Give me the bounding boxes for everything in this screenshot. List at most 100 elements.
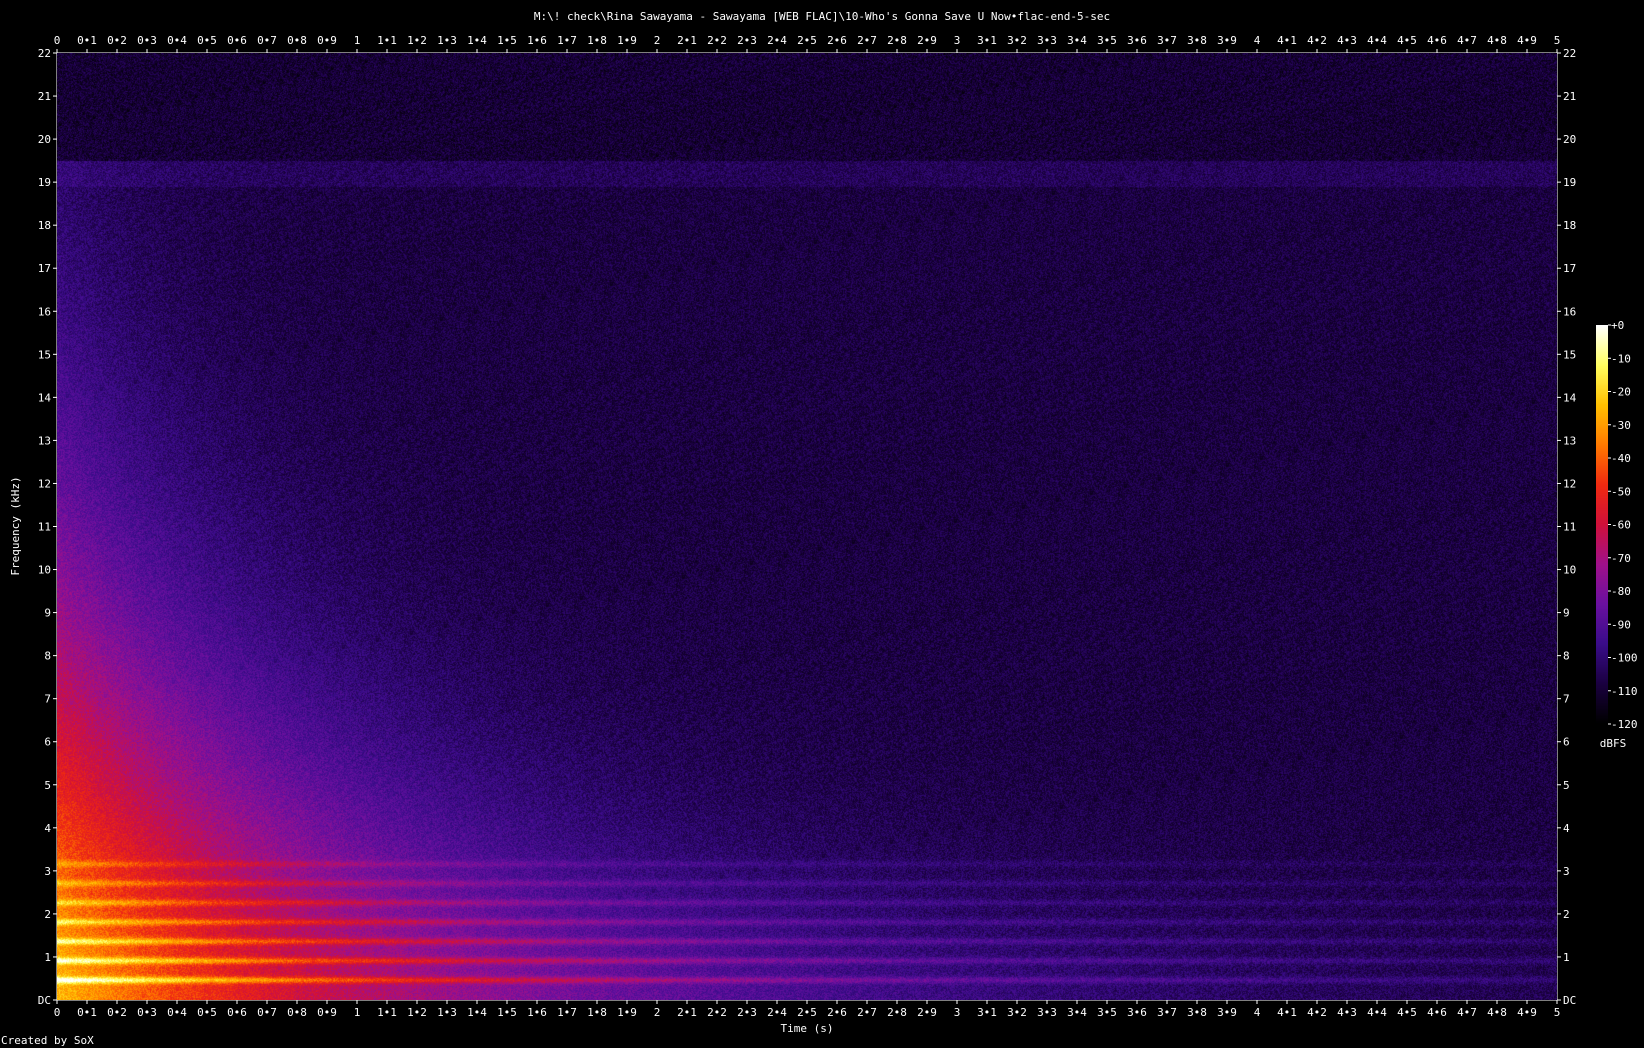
colorbar-tick-label: -30 [1611, 419, 1631, 432]
y-tick-label: 18 [38, 219, 51, 232]
y-tick-label: 6 [44, 736, 51, 749]
y-tick-label: 14 [38, 391, 52, 404]
x-tick-label: 3 [954, 34, 961, 47]
x-tick-label: 2•8 [887, 1006, 907, 1019]
x-tick-label: 4•5 [1397, 34, 1417, 47]
colorbar-tick-label: -20 [1611, 386, 1631, 399]
x-tick-label: 2•6 [827, 1006, 847, 1019]
x-tick-label: 1•8 [587, 34, 607, 47]
x-tick-label: 3•9 [1217, 34, 1237, 47]
y-tick-label: 22 [1563, 47, 1576, 60]
y-tick-label: 10 [38, 564, 51, 577]
y-tick-label: 18 [1563, 219, 1576, 232]
x-tick-label: 2•4 [767, 1006, 787, 1019]
x-tick-label: 3 [954, 1006, 961, 1019]
x-axis-label: Time (s) [781, 1022, 834, 1035]
y-tick-label: 21 [38, 90, 51, 103]
x-tick-label: 3•7 [1157, 1006, 1177, 1019]
x-tick-label: 3•4 [1067, 1006, 1087, 1019]
colorbar-tick-label: -10 [1611, 352, 1631, 365]
x-tick-label: 5 [1554, 34, 1561, 47]
x-tick-label: 0•8 [287, 34, 307, 47]
x-tick-label: 4•9 [1517, 34, 1537, 47]
colorbar-tick-label: -120 [1611, 718, 1638, 731]
x-tick-label: 0•2 [107, 34, 127, 47]
x-tick-label: 2•9 [917, 34, 937, 47]
y-tick-label: 7 [1563, 693, 1570, 706]
colorbar-tick-label: -50 [1611, 485, 1631, 498]
y-tick-label: DC [38, 994, 51, 1007]
x-tick-label: 0•4 [167, 1006, 187, 1019]
colorbar-tick-label: -110 [1611, 685, 1638, 698]
chart-title: M:\! check\Rina Sawayama - Sawayama [WEB… [534, 10, 1110, 23]
x-tick-label: 0•7 [257, 34, 277, 47]
x-tick-label: 0•7 [257, 1006, 277, 1019]
x-tick-label: 4•4 [1367, 1006, 1387, 1019]
x-tick-label: 0•6 [227, 1006, 247, 1019]
y-tick-label: 5 [1563, 779, 1570, 792]
x-tick-label: 2•7 [857, 1006, 877, 1019]
x-tick-label: 3•6 [1127, 34, 1147, 47]
x-tick-label: 1 [354, 34, 361, 47]
x-tick-label: 2•3 [737, 1006, 757, 1019]
x-tick-label: 0 [54, 1006, 61, 1019]
y-tick-label: 15 [38, 348, 51, 361]
y-tick-label: 8 [1563, 650, 1570, 663]
x-tick-label: 2•5 [797, 34, 817, 47]
x-tick-label: 3•1 [977, 1006, 997, 1019]
colorbar-tick-label: -60 [1611, 519, 1631, 532]
x-tick-label: 1•3 [437, 1006, 457, 1019]
x-tick-label: 4•2 [1307, 34, 1327, 47]
x-tick-label: 2•7 [857, 34, 877, 47]
x-tick-label: 2 [654, 1006, 661, 1019]
x-tick-label: 3•8 [1187, 34, 1207, 47]
x-tick-label: 4 [1254, 34, 1261, 47]
x-tick-label: 1•7 [557, 34, 577, 47]
colorbar-tick-label: -80 [1611, 585, 1631, 598]
y-tick-label: DC [1563, 994, 1576, 1007]
x-tick-label: 1•6 [527, 34, 547, 47]
x-tick-label: 4•6 [1427, 34, 1447, 47]
x-tick-label: 1•9 [617, 34, 637, 47]
x-tick-label: 0•5 [197, 1006, 217, 1019]
x-tick-label: 4•7 [1457, 34, 1477, 47]
y-tick-label: 5 [44, 779, 51, 792]
x-tick-label: 1•2 [407, 1006, 427, 1019]
x-tick-label: 2•8 [887, 34, 907, 47]
x-tick-label: 3•4 [1067, 34, 1087, 47]
x-tick-label: 1•9 [617, 1006, 637, 1019]
y-tick-label: 16 [38, 305, 51, 318]
colorbar-tick-label: +0 [1611, 319, 1624, 332]
y-tick-label: 17 [38, 262, 51, 275]
x-tick-label: 1•3 [437, 34, 457, 47]
colorbar-tick-label: -100 [1611, 652, 1638, 665]
x-tick-label: 2•5 [797, 1006, 817, 1019]
x-tick-label: 4 [1254, 1006, 1261, 1019]
x-tick-label: 2•3 [737, 34, 757, 47]
y-tick-label: 13 [38, 434, 51, 447]
x-tick-label: 2•6 [827, 34, 847, 47]
y-tick-label: 15 [1563, 348, 1576, 361]
x-tick-label: 1•5 [497, 1006, 517, 1019]
x-tick-label: 0•5 [197, 34, 217, 47]
x-tick-label: 3•3 [1037, 1006, 1057, 1019]
y-tick-label: 14 [1563, 391, 1577, 404]
x-tick-label: 4•6 [1427, 1006, 1447, 1019]
x-tick-label: 1•2 [407, 34, 427, 47]
x-tick-label: 4•2 [1307, 1006, 1327, 1019]
colorbar-tick-label: -90 [1611, 618, 1631, 631]
x-tick-label: 4•4 [1367, 34, 1387, 47]
y-tick-label: 1 [1563, 951, 1570, 964]
x-tick-label: 0•6 [227, 34, 247, 47]
y-tick-label: 19 [1563, 176, 1576, 189]
x-tick-label: 0•9 [317, 1006, 337, 1019]
y-axis-label: Frequency (kHz) [9, 476, 22, 575]
x-tick-label: 1•7 [557, 1006, 577, 1019]
x-tick-label: 1•5 [497, 34, 517, 47]
y-tick-label: 20 [1563, 133, 1576, 146]
x-tick-label: 1•6 [527, 1006, 547, 1019]
y-tick-label: 21 [1563, 90, 1576, 103]
x-tick-label: 1•4 [467, 1006, 487, 1019]
footer-credit: Created by SoX [1, 1034, 94, 1047]
y-tick-label: 4 [44, 822, 51, 835]
